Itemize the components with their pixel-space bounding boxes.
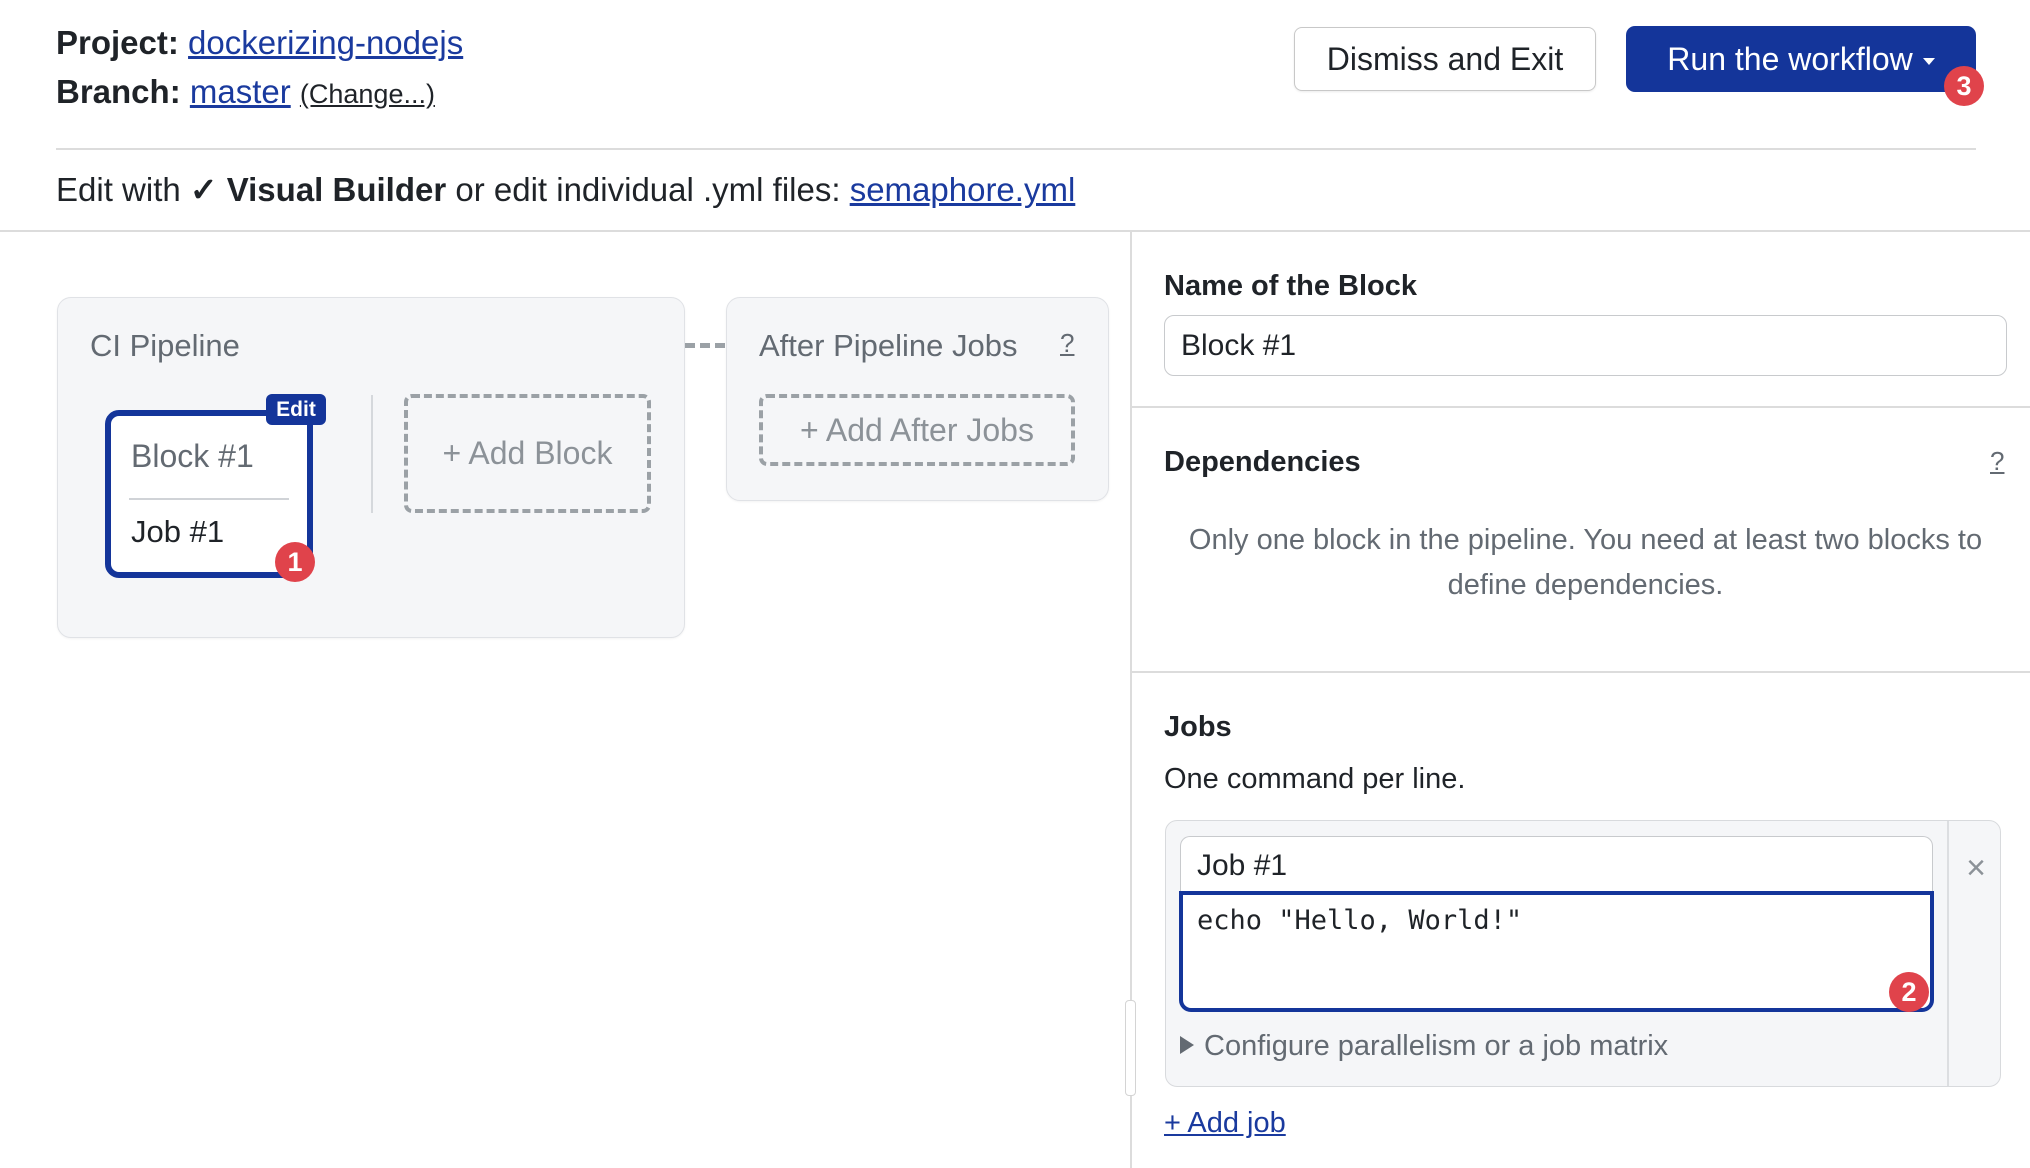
block-name-label: Name of the Block <box>1164 270 1417 302</box>
add-after-jobs-button[interactable]: + Add After Jobs <box>759 394 1075 466</box>
project-label: Project: <box>56 24 179 61</box>
semaphore-yml-link[interactable]: semaphore.yml <box>850 171 1076 208</box>
block-divider <box>129 498 289 500</box>
splitter-drag-handle[interactable] <box>1125 1000 1136 1096</box>
block-job-item: Job #1 <box>131 514 225 549</box>
edit-block-tag[interactable]: Edit <box>266 394 326 425</box>
job-editor-separator <box>1947 821 1949 1086</box>
edit-mode-line: Edit with ✓ Visual Builder or edit indiv… <box>56 170 1075 209</box>
block-name: Block #1 <box>131 438 254 474</box>
remove-job-icon[interactable]: × <box>1962 848 1990 888</box>
branch-label: Branch: <box>56 73 181 110</box>
disclosure-triangle-icon <box>1180 1036 1194 1055</box>
checkmark-icon: ✓ <box>189 171 218 208</box>
ci-pipeline-title: CI Pipeline <box>90 328 240 363</box>
configure-parallelism-label: Configure parallelism or a job matrix <box>1204 1030 1669 1062</box>
block-name-input[interactable] <box>1164 315 2007 376</box>
block-column-separator <box>371 395 373 513</box>
dismiss-and-exit-button[interactable]: Dismiss and Exit <box>1294 27 1596 91</box>
add-job-link[interactable]: + Add job <box>1164 1107 1286 1140</box>
configure-parallelism-toggle[interactable]: Configure parallelism or a job matrix <box>1180 1030 1668 1063</box>
section-divider <box>1132 671 2030 673</box>
section-divider <box>1132 406 2030 408</box>
project-link[interactable]: dockerizing-nodejs <box>188 24 463 61</box>
annotation-badge-2: 2 <box>1889 972 1929 1012</box>
job-commands-textarea[interactable]: echo "Hello, World!" <box>1179 891 1934 1012</box>
run-workflow-label: Run the workflow <box>1667 40 1913 77</box>
jobs-label: Jobs <box>1164 711 1232 743</box>
dependencies-help-link[interactable]: ? <box>1990 446 2004 477</box>
branch-line: Branch: master (Change...) <box>56 73 435 111</box>
edit-mode-middle: or edit individual .yml files: <box>455 171 841 208</box>
change-branch-link[interactable]: (Change...) <box>300 79 435 109</box>
after-pipeline-help-link[interactable]: ? <box>1060 328 1074 359</box>
after-pipeline-title: After Pipeline Jobs <box>759 328 1018 363</box>
jobs-subtitle: One command per line. <box>1164 763 1466 795</box>
dependencies-message: Only one block in the pipeline. You need… <box>1188 524 1983 601</box>
header-divider <box>56 148 1976 150</box>
add-block-button[interactable]: + Add Block <box>404 394 651 513</box>
pipeline-connector <box>685 343 725 348</box>
run-workflow-button[interactable]: Run the workflow <box>1626 26 1976 92</box>
edit-mode-prefix: Edit with <box>56 171 181 208</box>
job-name-input[interactable] <box>1180 836 1933 894</box>
annotation-badge-1: 1 <box>275 542 315 582</box>
visual-builder-mode[interactable]: Visual Builder <box>227 171 446 208</box>
annotation-badge-3: 3 <box>1944 66 1984 106</box>
dependencies-label: Dependencies <box>1164 446 1361 478</box>
caret-down-icon <box>1922 57 1935 65</box>
branch-link[interactable]: master <box>190 73 291 110</box>
main-divider <box>0 230 2030 232</box>
project-line: Project: dockerizing-nodejs <box>56 24 463 62</box>
